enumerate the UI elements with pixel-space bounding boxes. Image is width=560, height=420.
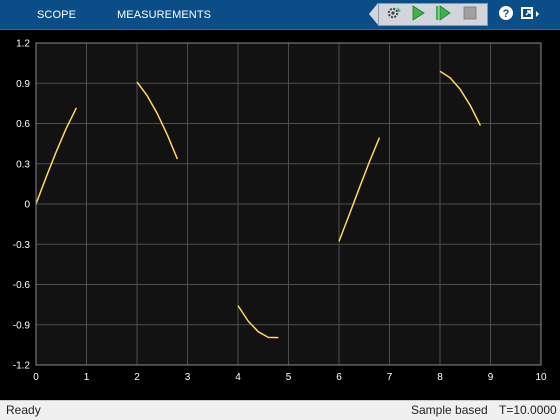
y-tick-label: 1.2: [16, 39, 30, 50]
settings-icon[interactable]: [385, 4, 403, 22]
x-tick-label: 9: [488, 372, 494, 383]
y-tick-label: 0: [24, 200, 30, 211]
y-tick-label: -0.3: [13, 240, 31, 251]
x-tick-label: 5: [286, 372, 292, 383]
x-tick-label: 3: [185, 372, 191, 383]
x-tick-label: 7: [387, 372, 393, 383]
tab-scope[interactable]: SCOPE: [37, 0, 76, 30]
help-icon[interactable]: ?: [497, 4, 515, 22]
status-sample-mode: Sample based: [411, 403, 488, 417]
run-icon[interactable]: [409, 4, 427, 22]
x-tick-label: 1: [84, 372, 90, 383]
x-tick-label: 6: [336, 372, 342, 383]
tab-measurements[interactable]: MEASUREMENTS: [117, 0, 211, 30]
status-bar: Ready Sample based T=10.0000: [0, 400, 560, 420]
step-forward-icon[interactable]: [434, 4, 452, 22]
status-simulation-time: T=10.0000: [499, 403, 557, 417]
x-tick-label: 8: [437, 372, 443, 383]
x-tick-label: 0: [33, 372, 39, 383]
scope-display: 0 1 2 3 4 5 6 7 8 9 10 1.2 0.9 0.6 0.3 0 -0.3 -0.6 -0.9 -1.…: [0, 30, 560, 400]
y-tick-label: 0.3: [16, 159, 30, 170]
svg-text:?: ?: [503, 8, 510, 20]
simulation-controls-tab-edge: [369, 3, 378, 25]
y-tick-label: 0.9: [16, 79, 30, 90]
x-tick-label: 2: [134, 372, 140, 383]
x-tick-label: 10: [535, 372, 547, 383]
x-tick-label: 4: [235, 372, 241, 383]
y-tick-label: -1.2: [13, 361, 31, 372]
y-tick-label: -0.9: [13, 320, 31, 331]
undock-icon[interactable]: [520, 4, 539, 22]
status-ready-text: Ready: [6, 403, 41, 417]
y-tick-label: 0.6: [16, 119, 30, 130]
line-chart: 0 1 2 3 4 5 6 7 8 9 10 1.2 0.9 0.6 0.3 0 -0.3 -0.6 -0.9 -1.…: [13, 39, 547, 384]
scope-toolstrip: SCOPE MEASUREMENTS ?: [0, 0, 560, 30]
y-tick-label: -0.6: [13, 280, 31, 291]
stop-icon[interactable]: [461, 4, 479, 22]
